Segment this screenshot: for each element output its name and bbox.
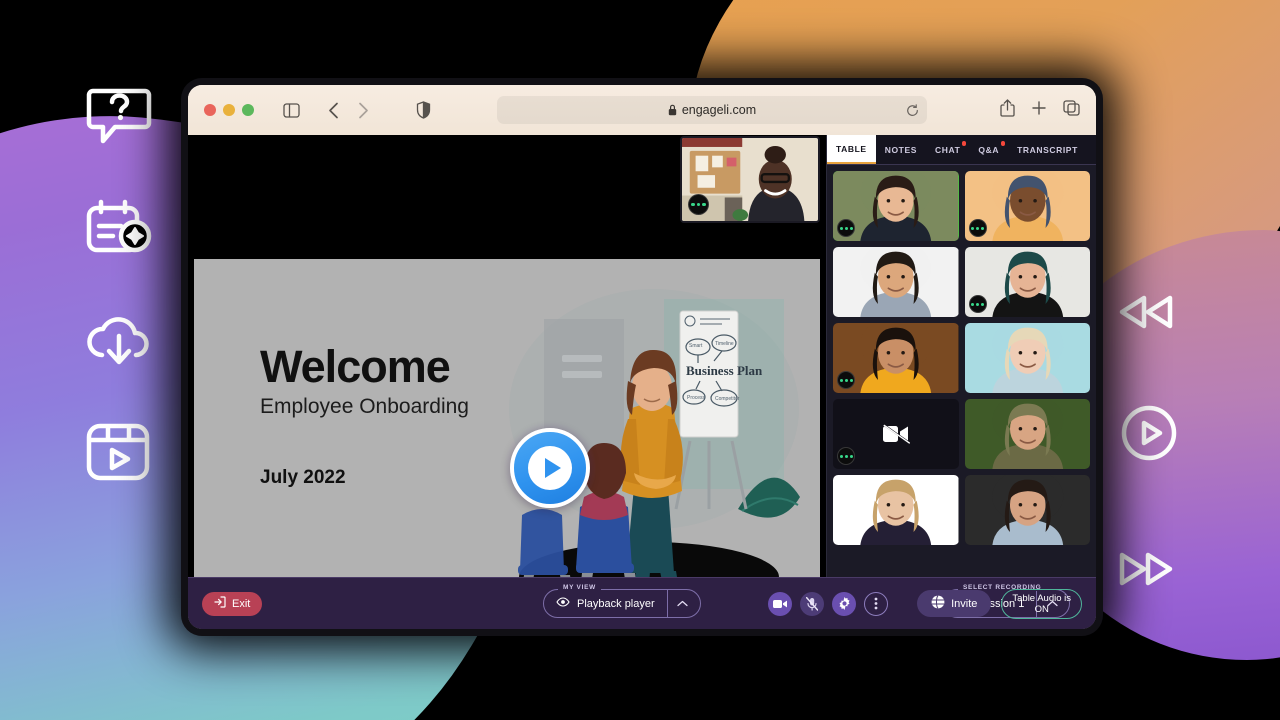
status-dots-badge[interactable] (968, 295, 987, 313)
slide-title: Welcome (260, 341, 451, 392)
more-options-button[interactable] (864, 591, 888, 616)
back-arrow-icon[interactable] (318, 95, 348, 125)
cloud-download-icon (85, 310, 153, 370)
participant-tile[interactable] (964, 323, 1090, 393)
participant-tile[interactable] (964, 171, 1090, 241)
my-view-value: Playback player (577, 597, 655, 610)
participant-tile[interactable] (833, 171, 959, 241)
table-audio-line1: Table Audio is (1012, 592, 1071, 604)
invite-button-label: Invite (951, 597, 978, 610)
fast-forward-icon (1116, 545, 1176, 593)
panel-tab-transcript[interactable]: TRANSCRIPT (1008, 135, 1087, 164)
panel-tab-qa[interactable]: Q&A (969, 135, 1008, 164)
plus-icon[interactable] (1031, 100, 1047, 121)
unread-badge (1000, 141, 1006, 146)
invite-button[interactable]: Invite (917, 590, 992, 617)
minimize-window-button[interactable] (223, 104, 235, 116)
lock-icon (668, 104, 677, 116)
close-window-button[interactable] (204, 104, 216, 116)
participant-tile[interactable] (833, 399, 959, 469)
panel-tab-chat[interactable]: CHAT (926, 135, 969, 164)
maximize-window-button[interactable] (242, 104, 254, 116)
rewind-icon (1116, 288, 1176, 336)
share-icon[interactable] (1000, 98, 1015, 122)
add-to-calendar-icon (85, 198, 153, 258)
sidebar-toggle-icon[interactable] (276, 95, 306, 125)
browser-window: engageli.com Welcome Employee Onboarding… (188, 85, 1096, 629)
toolbar-left: Exit (202, 591, 263, 616)
exit-button[interactable]: Exit (202, 591, 263, 616)
play-icon[interactable] (510, 428, 590, 508)
my-view-legend: MY VIEW (558, 584, 601, 591)
camera-button[interactable] (768, 591, 792, 616)
panel-tab-label: TRANSCRIPT (1017, 144, 1078, 155)
participant-tile[interactable] (964, 247, 1090, 317)
participant-grid (827, 165, 1096, 577)
svg-text:Competitor: Competitor (715, 396, 740, 402)
panel-tab-notes[interactable]: NOTES (876, 135, 926, 164)
status-dots-badge[interactable] (837, 447, 855, 465)
microphone-button[interactable] (800, 591, 824, 616)
status-dots-badge[interactable] (968, 219, 987, 237)
media-player-icon (85, 420, 151, 482)
eye-icon (556, 597, 570, 610)
panel-tab-table[interactable]: TABLE (827, 135, 876, 164)
slide-subtitle: Employee Onboarding (260, 395, 469, 418)
status-dots-badge[interactable] (837, 371, 855, 389)
svg-text:Timeline: Timeline (715, 341, 734, 347)
help-chat-bubble-icon (85, 85, 153, 149)
status-dots-badge[interactable] (837, 219, 855, 237)
reload-icon[interactable] (906, 103, 919, 117)
slide-date: July 2022 (260, 467, 346, 488)
participant-tile[interactable] (964, 475, 1090, 545)
table-audio-line2: ON (1034, 603, 1049, 615)
svg-text:Process: Process (687, 395, 706, 401)
panel-tabs: TABLE NOTES CHAT Q&A TRANSCRIPT (827, 135, 1096, 165)
window-traffic-lights[interactable] (204, 104, 254, 116)
status-dots-badge[interactable] (688, 194, 709, 215)
participant-tile[interactable] (833, 475, 959, 545)
exit-icon (214, 596, 226, 611)
panel-tab-label: CHAT (934, 144, 961, 155)
self-view-video[interactable] (680, 136, 820, 223)
chevron-up-icon[interactable] (668, 600, 698, 607)
participant-tile[interactable] (964, 399, 1090, 469)
privacy-shield-icon[interactable] (408, 95, 438, 125)
side-panel: TABLE NOTES CHAT Q&A TRANSCRIPT (826, 135, 1096, 577)
address-bar[interactable]: engageli.com (497, 96, 927, 124)
presentation-stage: Welcome Employee Onboarding July 2022 Bu… (188, 135, 826, 623)
play-circle-outline-icon (1120, 404, 1178, 462)
screenshot-root: engageli.com Welcome Employee Onboarding… (0, 0, 1280, 720)
svg-text:Business Plan: Business Plan (686, 363, 763, 378)
svg-text:Smart: Smart (689, 343, 703, 349)
engageli-app: Welcome Employee Onboarding July 2022 Bu… (188, 135, 1096, 629)
my-view-selector[interactable]: MY VIEW Playback player (543, 584, 701, 618)
table-audio-toggle[interactable]: Table Audio is ON (1001, 588, 1082, 619)
browser-actions (1000, 98, 1080, 122)
panel-tab-label: NOTES (884, 144, 917, 155)
settings-button[interactable] (832, 591, 856, 616)
browser-toolbar: engageli.com (188, 85, 1096, 135)
tab-overview-icon[interactable] (1063, 99, 1080, 121)
address-bar-url: engageli.com (681, 103, 757, 117)
participant-tile[interactable] (833, 323, 959, 393)
panel-tab-label: Q&A (978, 144, 1000, 155)
unread-badge (961, 141, 967, 146)
app-main-area: Welcome Employee Onboarding July 2022 Bu… (188, 135, 1096, 623)
forward-arrow-icon[interactable] (348, 95, 378, 125)
play-video-button[interactable] (504, 422, 596, 514)
participant-tile[interactable] (833, 247, 959, 317)
globe-icon (931, 595, 945, 612)
exit-button-label: Exit (232, 597, 251, 610)
address-bar-container: engageli.com (438, 96, 986, 124)
slide-canvas[interactable]: Welcome Employee Onboarding July 2022 Bu… (194, 259, 820, 623)
meeting-toolbar: Exit MY VIEW Playback player SELECT RECO… (188, 577, 1096, 629)
toolbar-right: Invite Table Audio is ON (917, 588, 1082, 619)
panel-tab-label: TABLE (836, 143, 867, 154)
media-controls (768, 591, 888, 616)
